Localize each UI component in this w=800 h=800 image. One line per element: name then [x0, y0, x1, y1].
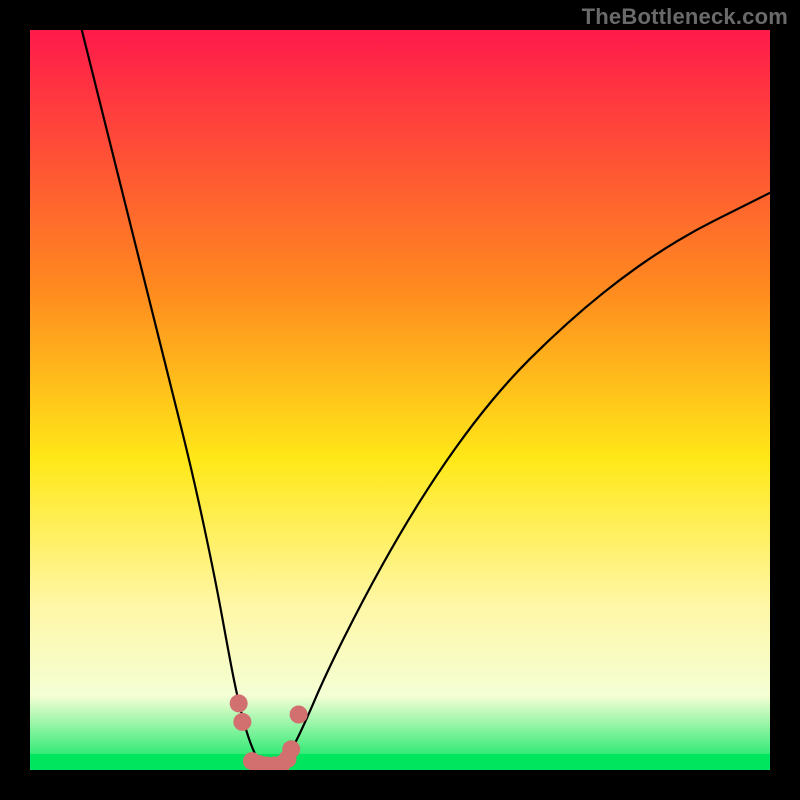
outer-frame: TheBottleneck.com: [0, 0, 800, 800]
plot-area: [30, 30, 770, 770]
green-baseline-band: [30, 754, 770, 770]
attribution-text: TheBottleneck.com: [582, 4, 788, 30]
marker-dot: [230, 694, 248, 712]
gradient-background: [30, 30, 770, 770]
chart-svg: [30, 30, 770, 770]
marker-dot: [290, 706, 308, 724]
marker-dot: [233, 713, 251, 731]
marker-dot: [282, 740, 300, 758]
